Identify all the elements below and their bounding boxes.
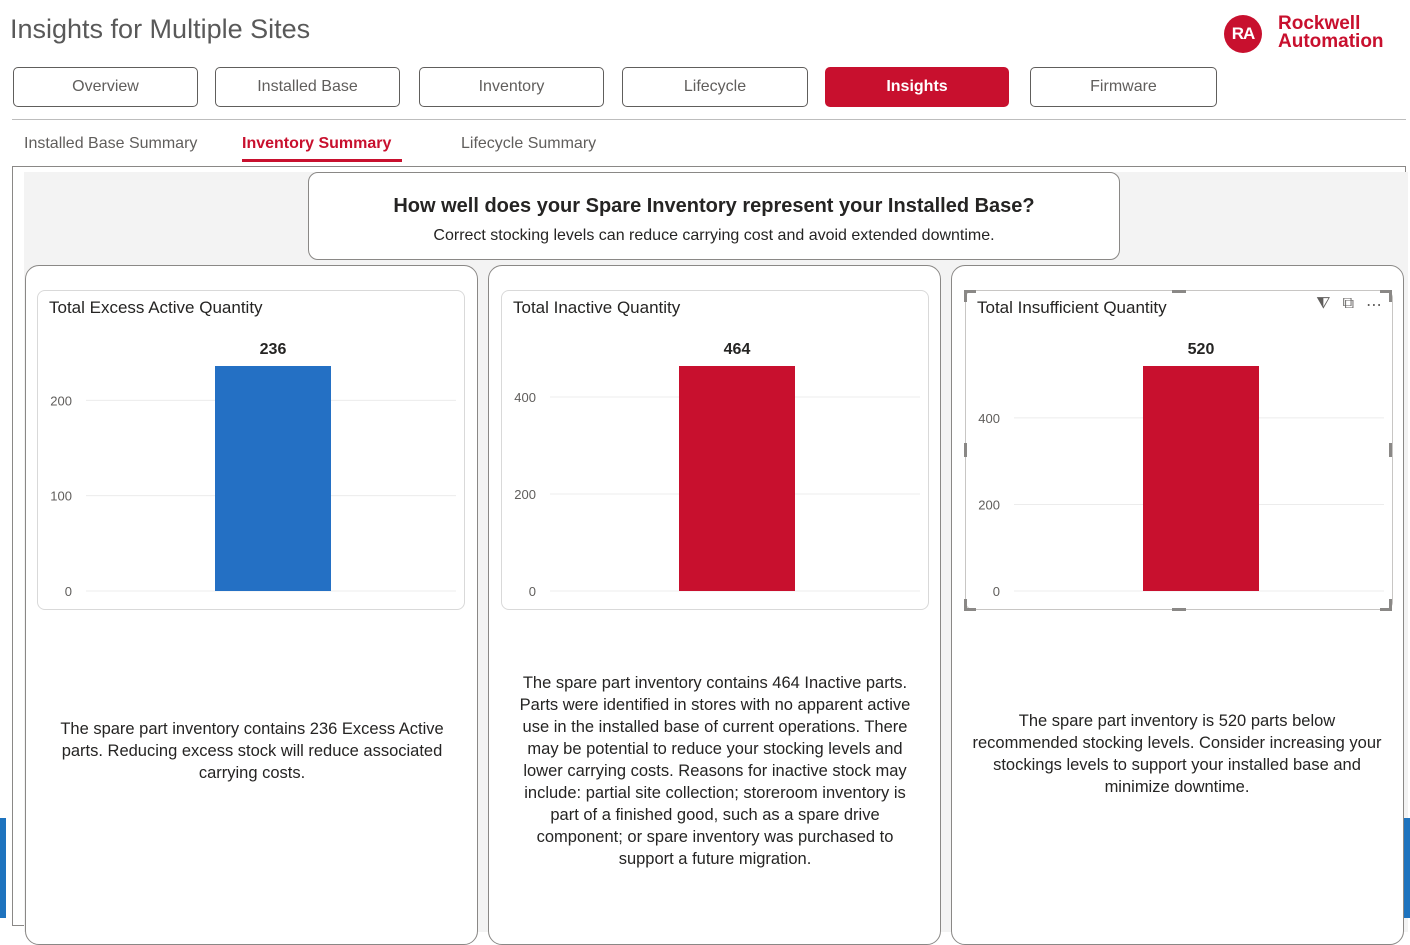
y-tick-label: 400: [978, 411, 1000, 426]
nav-installed-base-button[interactable]: Installed Base: [215, 67, 400, 107]
y-tick-label: 0: [529, 584, 536, 599]
y-tick-label: 200: [50, 393, 72, 408]
tab-inventory-summary[interactable]: Inventory Summary: [242, 135, 391, 153]
excess-active-chart[interactable]: Total Excess Active Quantity 0 100 200 236: [37, 290, 465, 610]
nav-insights-button[interactable]: Insights: [825, 67, 1009, 107]
active-tab-indicator: [242, 159, 402, 162]
data-label: 464: [724, 341, 751, 358]
selection-handle[interactable]: [1172, 290, 1186, 293]
bar: [679, 366, 795, 591]
nav-firmware-button[interactable]: Firmware: [1030, 67, 1217, 107]
right-accent-bar: [1404, 818, 1410, 918]
y-tick-label: 400: [514, 390, 536, 405]
bar: [1143, 366, 1259, 591]
selection-handle[interactable]: [964, 599, 967, 611]
data-label: 520: [1188, 341, 1215, 358]
excess-active-description: The spare part inventory contains 236 Ex…: [60, 720, 444, 782]
inactive-description: The spare part inventory contains 464 In…: [519, 674, 911, 868]
tab-installed-base-summary[interactable]: Installed Base Summary: [24, 135, 197, 153]
insufficient-chart[interactable]: Total Insufficient Quantity ⧨ ⧉ ⋯ 0 200 40…: [965, 290, 1393, 610]
nav-lifecycle-button[interactable]: Lifecycle: [622, 67, 808, 107]
tab-lifecycle-summary[interactable]: Lifecycle Summary: [461, 135, 596, 153]
question-subtitle: Correct stocking levels can reduce carry…: [433, 227, 995, 244]
selection-handle[interactable]: [1172, 608, 1186, 611]
inactive-chart[interactable]: Total Inactive Quantity 0 200 400 464: [501, 290, 929, 610]
y-tick-label: 100: [50, 489, 72, 504]
data-label: 236: [260, 341, 287, 358]
insufficient-description: The spare part inventory is 520 parts be…: [972, 712, 1382, 796]
rockwell-logo: RA Rockwell Automation: [1224, 14, 1410, 54]
insufficient-chart-svg: 0 200 400 520: [978, 341, 1384, 599]
page-title: Insights for Multiple Sites: [10, 14, 311, 44]
y-tick-label: 0: [993, 584, 1000, 599]
y-tick-label: 200: [514, 487, 536, 502]
bar: [215, 366, 331, 591]
question-banner: How well does your Spare Inventory repre…: [308, 172, 1120, 260]
question-title: How well does your Spare Inventory repre…: [393, 195, 1035, 217]
nav-overview-button[interactable]: Overview: [13, 67, 198, 107]
inactive-chart-svg: 0 200 400 464: [514, 341, 920, 599]
y-tick-label: 0: [65, 584, 72, 599]
left-accent-bar: [0, 818, 6, 918]
nav-inventory-button[interactable]: Inventory: [419, 67, 604, 107]
selection-handle[interactable]: [1389, 290, 1392, 302]
selection-handle[interactable]: [1389, 443, 1392, 457]
excess-active-chart-svg: 0 100 200 236: [50, 341, 456, 599]
logo-wordmark: Rockwell Automation: [1278, 13, 1384, 52]
selection-handle[interactable]: [964, 290, 967, 302]
selection-handle[interactable]: [964, 443, 967, 457]
ra-badge-icon: RA: [1224, 15, 1262, 53]
nav-divider: [12, 119, 1406, 120]
selection-handle[interactable]: [1389, 599, 1392, 611]
y-tick-label: 200: [978, 497, 1000, 512]
